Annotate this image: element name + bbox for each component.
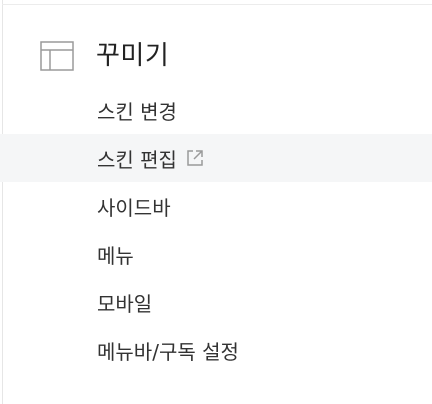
section-header: 꾸미기 bbox=[40, 38, 169, 74]
menu-item-menu[interactable]: 메뉴 bbox=[0, 230, 432, 278]
menu-item-menubar-subscription-settings[interactable]: 메뉴바/구독 설정 bbox=[0, 326, 432, 374]
menu-item-mobile[interactable]: 모바일 bbox=[0, 278, 432, 326]
customize-menu-list: 스킨 변경 스킨 편집 사이드바 메뉴 모바일 메뉴바/구독 설정 bbox=[0, 86, 432, 374]
menu-item-label: 모바일 bbox=[97, 291, 153, 316]
menu-item-label: 메뉴 bbox=[97, 243, 134, 268]
customize-menu-panel: 꾸미기 스킨 변경 스킨 편집 사이드바 메뉴 모바일 메뉴바/구독 설정 bbox=[0, 0, 432, 404]
menu-item-label: 스킨 변경 bbox=[97, 99, 177, 124]
top-divider bbox=[2, 4, 432, 5]
menu-item-label: 스킨 편집 bbox=[97, 147, 177, 172]
external-link-icon bbox=[185, 148, 205, 168]
layout-icon bbox=[40, 41, 74, 71]
menu-item-change-skin[interactable]: 스킨 변경 bbox=[0, 86, 432, 134]
menu-item-label: 메뉴바/구독 설정 bbox=[97, 339, 239, 364]
menu-item-edit-skin[interactable]: 스킨 편집 bbox=[0, 134, 432, 182]
menu-item-sidebar[interactable]: 사이드바 bbox=[0, 182, 432, 230]
menu-item-label: 사이드바 bbox=[97, 195, 171, 220]
section-title: 꾸미기 bbox=[96, 41, 170, 71]
